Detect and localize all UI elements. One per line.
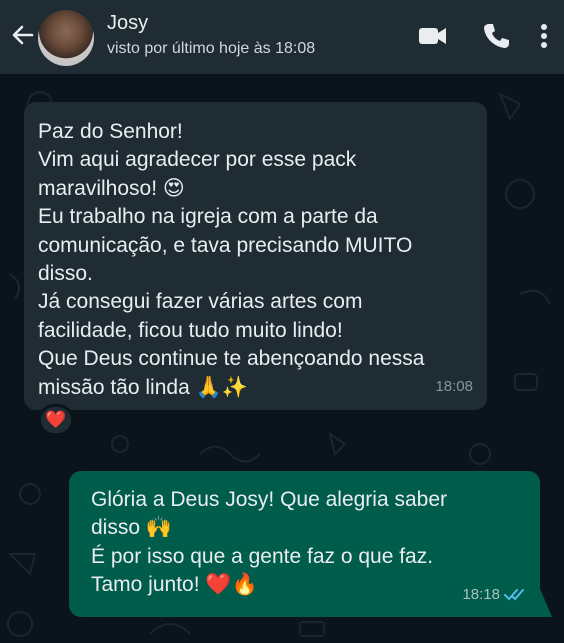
message-line: disso.: [38, 262, 93, 286]
avatar[interactable]: [38, 10, 94, 66]
message-line: Já consegui fazer várias artes com: [38, 290, 363, 314]
reaction-emoji: ❤️: [45, 410, 67, 429]
message-line: Que Deus continue te abençoando nessa: [38, 347, 425, 371]
double-check-read-icon: [504, 588, 524, 601]
message-timestamp: 18:18: [462, 585, 500, 603]
last-seen-status: visto por último hoje às 18:08: [107, 40, 316, 57]
message-line: comunicação, e tava precisando MUITO: [38, 233, 413, 257]
contact-name[interactable]: Josy: [107, 12, 148, 35]
message-line: Eu trabalho na igreja com a parte da: [38, 205, 378, 229]
message-line: missão tão linda 🙏✨: [38, 375, 248, 399]
voice-call-icon[interactable]: [480, 20, 512, 52]
more-options-icon[interactable]: [532, 20, 556, 52]
message-meta: 18:18: [462, 581, 528, 609]
message-line: maravilhoso! 😍: [38, 176, 185, 200]
heart-reaction-badge[interactable]: ❤️: [38, 404, 74, 436]
chat-header: Josy visto por último hoje às 18:08: [0, 0, 564, 74]
message-line: Paz do Senhor!: [38, 120, 183, 143]
outgoing-message-bubble[interactable]: Glória a Deus Josy! Que alegria saber di…: [69, 471, 540, 617]
chat-area[interactable]: Paz do Senhor! Vim aqui agradecer por es…: [0, 74, 564, 643]
message-line: Tamo junto! ❤️🔥: [91, 573, 258, 597]
incoming-message-bubble[interactable]: Paz do Senhor! Vim aqui agradecer por es…: [24, 102, 487, 410]
message-line: Vim aqui agradecer por esse pack: [38, 148, 357, 172]
message-timestamp: 18:08: [435, 377, 473, 395]
bubble-tail: [538, 584, 552, 617]
message-line: Glória a Deus Josy! Que alegria saber: [91, 488, 448, 511]
back-arrow-icon[interactable]: [8, 20, 38, 50]
message-line: facilidade, ficou tudo muito lindo!: [38, 318, 343, 342]
video-call-icon[interactable]: [416, 20, 448, 52]
message-line: disso 🙌: [91, 516, 173, 540]
message-line: É por isso que a gente faz o que faz.: [91, 544, 434, 568]
